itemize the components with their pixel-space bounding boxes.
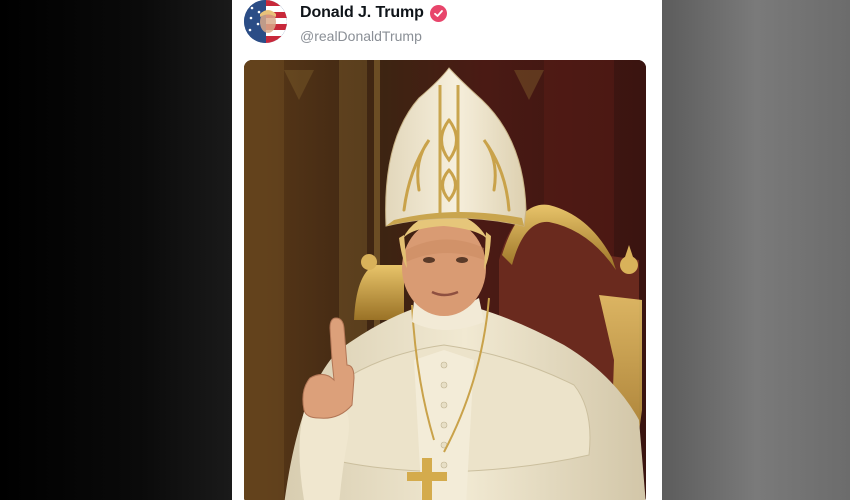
papal-portrait-image: [244, 60, 646, 500]
name-row: Donald J. Trump: [300, 4, 447, 22]
author-display-name[interactable]: Donald J. Trump: [300, 4, 424, 22]
author-avatar[interactable]: [244, 0, 287, 43]
right-backdrop: [662, 0, 850, 500]
verified-badge-icon: [429, 4, 447, 22]
left-backdrop: [0, 0, 232, 500]
post-card: Donald J. Trump @realDonaldTrump: [232, 0, 662, 500]
flag-portrait-avatar-icon: [244, 0, 287, 43]
post-header: Donald J. Trump @realDonaldTrump: [300, 4, 447, 44]
post-media-image[interactable]: [244, 60, 646, 500]
author-handle[interactable]: @realDonaldTrump: [300, 28, 447, 44]
checkmark-icon: [433, 9, 443, 17]
